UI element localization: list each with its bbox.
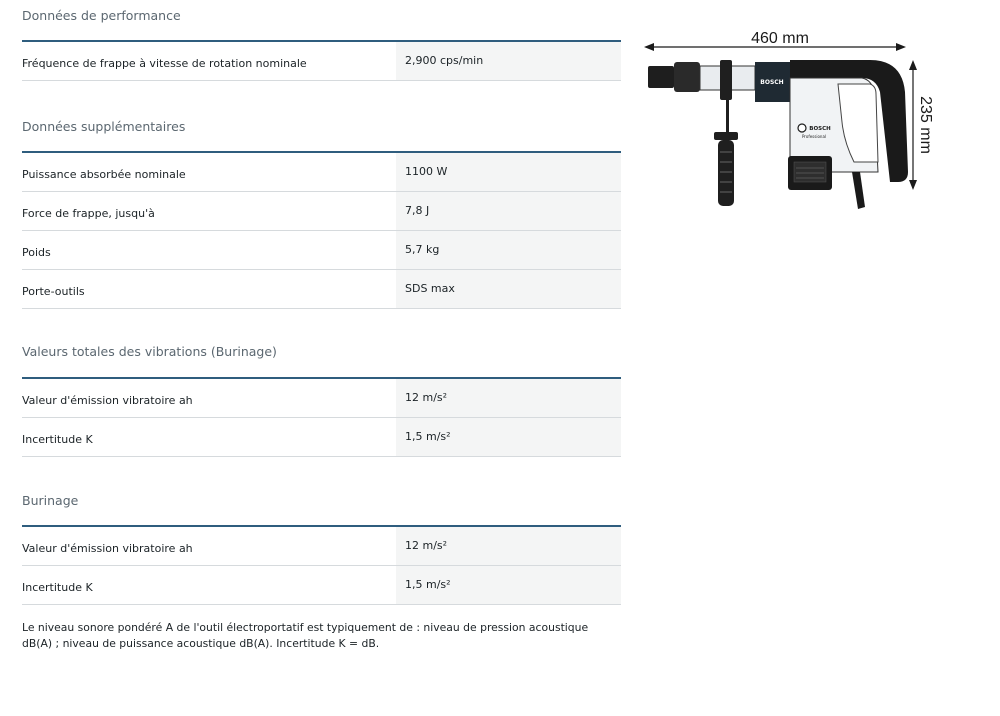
noise-note: Le niveau sonore pondéré A de l'outil él… [22,621,589,650]
section-title: Valeurs totales des vibrations (Burinage… [22,344,277,359]
table-row: Puissance absorbée nominale 1100 W [22,153,621,192]
spec-value: 7,8 J [396,192,621,230]
hammer-body: BOSCH BOSCH Professional [648,60,908,209]
length-label: 460 mm [751,30,809,47]
spec-value: 12 m/s² [396,527,621,565]
product-label: Professional [802,134,826,139]
spec-table-performance: Fréquence de frappe à vitesse de rotatio… [22,40,621,81]
table-row: Valeur d'émission vibratoire ah 12 m/s² [22,379,621,418]
section-performance: Données de performance [22,6,181,26]
spec-label: Valeur d'émission vibratoire ah [22,394,193,407]
table-row: Poids 5,7 kg [22,231,621,270]
housing-brand-label: BOSCH [809,126,831,132]
height-label: 235 mm [917,96,934,154]
spec-value: SDS max [396,270,621,308]
spec-value: 1,5 m/s² [396,418,621,456]
section-title: Données supplémentaires [22,119,186,134]
section-vibration-total: Valeurs totales des vibrations (Burinage… [22,342,277,362]
table-row: Porte-outils SDS max [22,270,621,309]
spec-value: 1100 W [396,153,621,191]
spec-label: Valeur d'émission vibratoire ah [22,542,193,555]
spec-label: Poids [22,246,51,259]
table-row: Incertitude K 1,5 m/s² [22,566,621,605]
spec-label: Fréquence de frappe à vitesse de rotatio… [22,57,307,70]
table-row: Fréquence de frappe à vitesse de rotatio… [22,42,621,81]
spec-table-vibration-total: Valeur d'émission vibratoire ah 12 m/s² … [22,377,621,457]
length-dimension: 460 mm [644,30,906,51]
spec-value: 2,900 cps/min [396,42,621,80]
spec-table-additional: Puissance absorbée nominale 1100 W Force… [22,151,621,309]
section-chiselling: Burinage [22,491,78,511]
section-title: Burinage [22,493,79,508]
section-additional: Données supplémentaires [22,117,185,137]
spec-value: 1,5 m/s² [396,566,621,604]
hammer-drawing: 460 mm 235 mm BOSCH BOSCH Professional [644,30,934,209]
spec-label: Incertitude K [22,433,93,446]
height-dimension: 235 mm [909,60,934,190]
product-dimension-drawing: 460 mm 235 mm BOSCH BOSCH Professional [640,22,940,217]
table-row: Valeur d'émission vibratoire ah 12 m/s² [22,527,621,566]
spec-table-chiselling: Valeur d'émission vibratoire ah 12 m/s² … [22,525,621,605]
table-row: Force de frappe, jusqu'à 7,8 J [22,192,621,231]
spec-label: Incertitude K [22,581,93,594]
spec-label: Porte-outils [22,285,85,298]
spec-value: 5,7 kg [396,231,621,269]
spec-label: Puissance absorbée nominale [22,168,186,181]
spec-value: 12 m/s² [396,379,621,417]
section-title: Données de performance [22,8,181,23]
table-row: Incertitude K 1,5 m/s² [22,418,621,457]
spec-label: Force de frappe, jusqu'à [22,207,155,220]
brand-label: BOSCH [760,79,783,86]
